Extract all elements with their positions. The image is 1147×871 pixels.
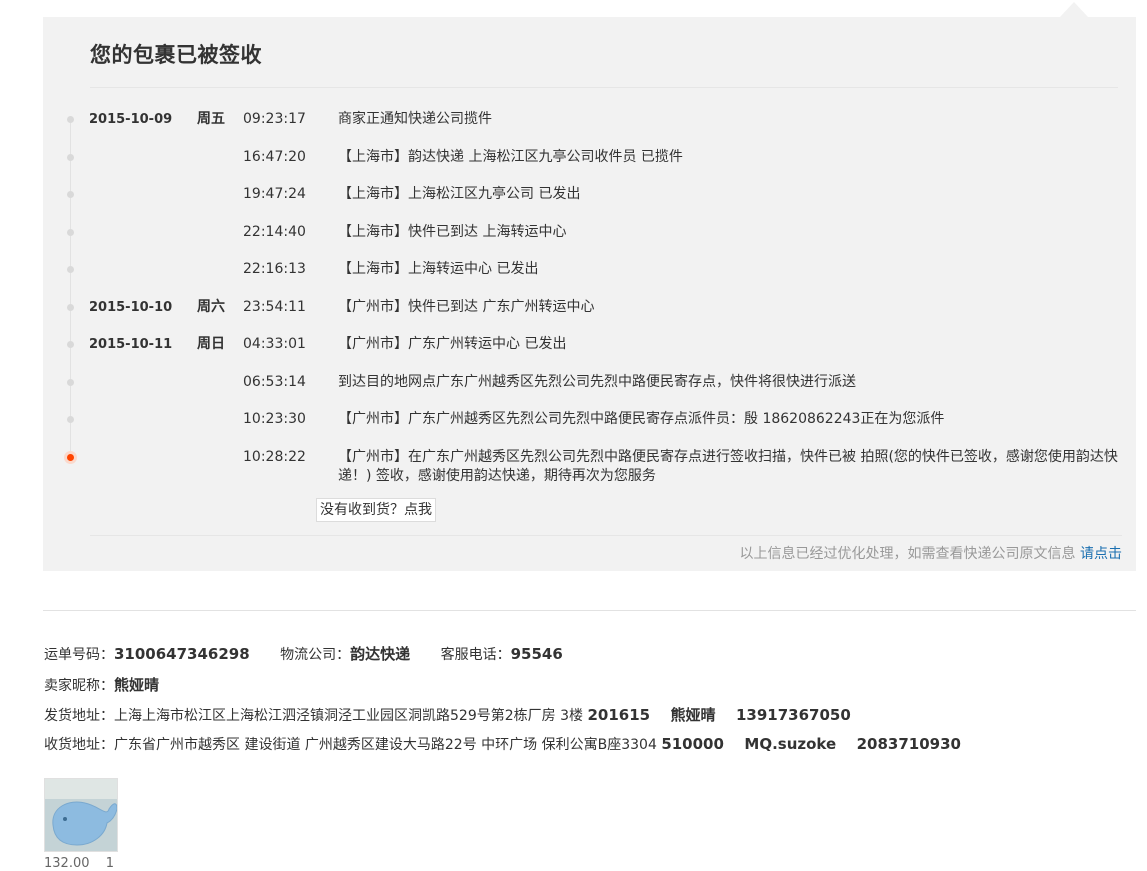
- event-weekday: 周五: [197, 111, 225, 127]
- ship-label: 发货地址：: [44, 708, 114, 724]
- product-price: 132.00: [44, 856, 90, 871]
- seller-row: 卖家昵称：熊娅晴: [44, 674, 159, 695]
- original-info-link[interactable]: 请点击: [1080, 546, 1122, 562]
- ship-zip: 201615: [587, 706, 651, 724]
- timeline-dot: [67, 116, 74, 123]
- recv-name: MQ.suzoke: [744, 735, 837, 753]
- event-time: 22:14:40: [243, 224, 306, 240]
- event-time: 10:28:22: [243, 449, 306, 465]
- section-divider: [43, 610, 1136, 611]
- event-weekday: 周日: [197, 336, 225, 352]
- event-date: 2015-10-09: [89, 112, 173, 127]
- event-message: 【上海市】上海转运中心 已发出: [338, 261, 539, 277]
- timeline-dot: [67, 341, 74, 348]
- panel-notch: [1060, 2, 1088, 17]
- title-divider: [90, 87, 1118, 88]
- product-price-qty: 132.00 1: [44, 856, 114, 871]
- event-message: 【上海市】上海松江区九亭公司 已发出: [338, 186, 581, 202]
- recv-zip: 510000: [661, 735, 724, 753]
- whale-mat-image: [45, 779, 117, 851]
- waybill-number: 3100647346298: [114, 645, 250, 663]
- timeline-line: [70, 117, 71, 457]
- event-message: 【上海市】韵达快递 上海松江区九亭公司收件员 已揽件: [338, 149, 683, 165]
- timeline-dot: [67, 454, 74, 461]
- event-message: 商家正通知快递公司揽件: [338, 111, 492, 127]
- seller-label: 卖家昵称：: [44, 678, 114, 694]
- event-time: 06:53:14: [243, 374, 306, 390]
- not-received-button[interactable]: 没有收到货？点我: [316, 498, 436, 522]
- event-date: 2015-10-10: [89, 300, 173, 315]
- timeline-dot: [67, 266, 74, 273]
- event-time: 04:33:01: [243, 336, 306, 352]
- event-time: 16:47:20: [243, 149, 306, 165]
- note-text: 以上信息已经过优化处理，如需查看快递公司原文信息: [739, 546, 1076, 562]
- event-time: 10:23:30: [243, 411, 306, 427]
- event-message: 【上海市】快件已到达 上海转运中心: [338, 224, 567, 240]
- event-message: 【广州市】广东广州转运中心 已发出: [338, 336, 567, 352]
- timeline-dot: [67, 304, 74, 311]
- tracking-panel: 您的包裹已被签收 2015-10-09 周五 09:23:17 商家正通知快递公司揽件…: [43, 17, 1136, 571]
- ship-address: 上海上海市松江区上海松江泗泾镇洞泾工业园区洞凯路529号第2栋厂房 3楼: [114, 708, 583, 724]
- timeline-dot: [67, 416, 74, 423]
- recv-address: 广东省广州市越秀区 建设街道 广州越秀区建设大马路22号 中环广场 保利公寓B座…: [114, 737, 657, 753]
- event-message: 到达目的地网点广东广州越秀区先烈公司先烈中路便民寄存点，快件将很快进行派送: [338, 374, 856, 390]
- event-date: 2015-10-11: [89, 337, 173, 352]
- recv-phone: 2083710930: [856, 735, 961, 753]
- ship-phone: 13917367050: [736, 706, 851, 724]
- event-message: 【广州市】广东广州越秀区先烈公司先烈中路便民寄存点派件员：殷 186208622…: [338, 411, 945, 427]
- company-name: 韵达快递: [350, 645, 411, 663]
- event-message: 【广州市】快件已到达 广东广州转运中心: [338, 299, 595, 315]
- event-message: 【广州市】在广东广州越秀区先烈公司先烈中路便民寄存点进行签收扫描，快件已被 拍照…: [338, 449, 1118, 484]
- ship-address-row: 发货地址：上海上海市松江区上海松江泗泾镇洞泾工业园区洞凯路529号第2栋厂房 3…: [44, 704, 851, 725]
- seller-name: 熊娅晴: [114, 676, 160, 694]
- recv-address-row: 收货地址：广东省广州市越秀区 建设街道 广州越秀区建设大马路22号 中环广场 保…: [44, 734, 961, 754]
- product-thumbnail[interactable]: [44, 778, 118, 852]
- shipment-summary: 运单号码：3100647346298 物流公司：韵达快递 客服电话：95546: [44, 643, 563, 664]
- waybill-label: 运单号码：: [44, 647, 114, 663]
- timeline-dot: [67, 154, 74, 161]
- product-qty: 1: [105, 856, 115, 871]
- company-label: 物流公司：: [280, 647, 351, 663]
- event-weekday: 周六: [197, 299, 225, 315]
- event-time: 09:23:17: [243, 111, 306, 127]
- service-phone: 95546: [510, 645, 563, 663]
- event-time: 22:16:13: [243, 261, 306, 277]
- panel-bottom-divider: [90, 535, 1122, 536]
- timeline-dot: [67, 379, 74, 386]
- recv-label: 收货地址：: [44, 737, 114, 753]
- timeline-dot: [67, 191, 74, 198]
- timeline-dot: [67, 229, 74, 236]
- page-title: 您的包裹已被签收: [90, 43, 262, 67]
- phone-label: 客服电话：: [440, 647, 511, 663]
- original-info-note: 以上信息已经过优化处理，如需查看快递公司原文信息 请点击: [740, 543, 1122, 563]
- event-time: 23:54:11: [243, 299, 306, 315]
- ship-name: 熊娅晴: [670, 706, 716, 724]
- event-time: 19:47:24: [243, 186, 306, 202]
